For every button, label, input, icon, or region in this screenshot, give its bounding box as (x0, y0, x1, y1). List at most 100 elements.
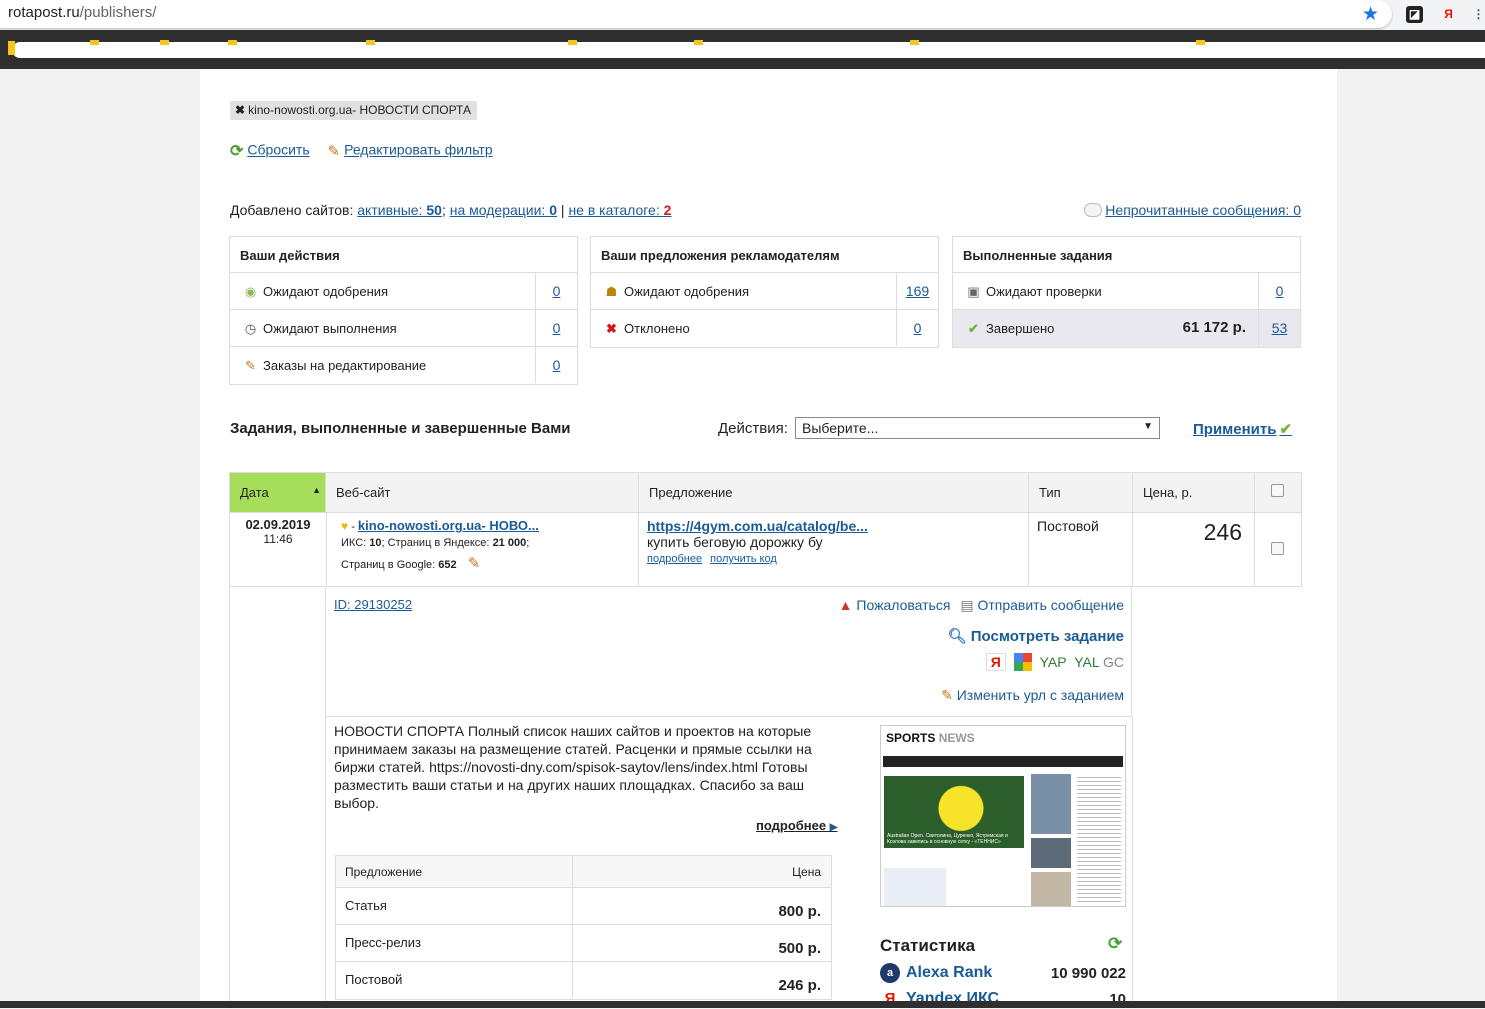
panel-title: Выполненные задания (953, 237, 1300, 273)
row-count-link[interactable]: 0 (1258, 273, 1300, 309)
row-count-link[interactable]: 0 (535, 310, 577, 346)
task-actions-row: ▲ Пожаловаться ▤ Отправить сообщение (839, 597, 1124, 614)
actions-label: Действия: (718, 420, 788, 437)
dropdown-arrow-icon: ▼ (1143, 421, 1153, 432)
select-value: Выберите... (802, 420, 879, 436)
bookmark-folder-icon[interactable] (160, 40, 169, 45)
active-sites-link[interactable]: активные: 50 (357, 202, 442, 218)
refresh-stats-icon[interactable]: ⟳ (1108, 934, 1122, 954)
column-date[interactable]: Дата ▲ (230, 473, 326, 512)
offer-link[interactable]: https://4gym.com.ua/catalog/be... (647, 518, 868, 534)
review-icon: ▣ (967, 284, 980, 299)
task-detail: ID: 29130252 ▲ Пожаловаться ▤ Отправить … (325, 587, 1132, 717)
browser-toolbar: rotapost.ru/publishers/ ★ ◪ Я ⋮ (0, 0, 1485, 30)
index-check-row: Я YAP YAL GC (982, 653, 1124, 671)
alexa-link[interactable]: Alexa Rank (906, 964, 992, 981)
change-url-link[interactable]: Изменить урл с заданием (957, 687, 1124, 703)
view-task-row: 🔍︎ Посмотреть задание (948, 627, 1124, 645)
your-offers-panel: Ваши предложения рекламодателям ☗ Ожидают… (590, 236, 939, 348)
google-icon[interactable] (1013, 653, 1032, 671)
complain-link[interactable]: Пожаловаться (856, 597, 950, 613)
table-row: 02.09.2019 11:46 ♥ - kino-nowosti.org.ua-… (229, 513, 1302, 587)
row-count-link[interactable]: 0 (535, 273, 577, 309)
date-column-spacer (229, 587, 326, 1001)
bookmark-folder-icon[interactable] (910, 40, 919, 45)
yandex-icon[interactable]: Я (985, 653, 1006, 671)
rejected-icon: ✖ (606, 321, 617, 336)
site-screenshot[interactable]: SPORTS NEWS Australian Open. Свитолина, … (880, 725, 1126, 907)
column-price[interactable]: Цена, р. (1133, 473, 1255, 512)
reset-link[interactable]: Сбросить (247, 142, 309, 158)
unread-messages-link[interactable]: Непрочитанные сообщения: 0 (1105, 202, 1301, 218)
stat-row: a Alexa Rank 10 990 022 (880, 963, 1126, 983)
completed-tasks-panel: Выполненные задания ▣ Ожидают проверки 0 … (952, 236, 1301, 348)
arrow-right-icon: ▶ (829, 822, 838, 833)
bookmark-folder-icon[interactable] (366, 40, 375, 45)
bookmark-folder-icon[interactable] (90, 40, 99, 45)
edit-pencil-icon[interactable]: ✎ (468, 555, 481, 572)
user-pending-icon: ☗ (605, 284, 618, 299)
bookmark-folder-icon[interactable] (8, 41, 15, 55)
row-count-link[interactable]: 0 (896, 310, 938, 346)
column-site[interactable]: Веб-сайт (326, 473, 639, 512)
offer-more-link[interactable]: подробнее (647, 553, 702, 565)
moderation-sites-link[interactable]: на модерации: 0 (450, 202, 557, 218)
row-date: 02.09.2019 11:46 (245, 517, 311, 546)
row-count-link[interactable]: 53 (1258, 310, 1300, 346)
panel-row: ✔ Завершено 61 172 р. 53 (953, 310, 1300, 347)
column-select-all (1255, 473, 1301, 512)
pencil-icon: ✎ (245, 358, 256, 373)
column-type[interactable]: Тип (1029, 473, 1133, 512)
remove-tag-icon[interactable]: ✖ (235, 103, 245, 117)
apply-button[interactable]: Применить ✔ (1193, 420, 1292, 438)
row-offer: https://4gym.com.ua/catalog/be... купить… (639, 513, 1029, 586)
select-all-checkbox[interactable] (1271, 484, 1284, 497)
page-content: ✖ kino-nowosti.org.ua- НОВОСТИ СПОРТА ⟳ Сб… (200, 69, 1337, 1009)
menu-icon[interactable]: ⋮ (1470, 6, 1485, 23)
filter-tag[interactable]: ✖ kino-nowosti.org.ua- НОВОСТИ СПОРТА (230, 101, 477, 120)
thumb-hero: Australian Open. Свитолина, Цуренко, Яст… (884, 776, 1024, 848)
stats-title: Статистика (880, 936, 976, 955)
yandex-extension-icon[interactable]: Я (1440, 6, 1457, 23)
row-type: Постовой (1029, 513, 1133, 586)
not-in-catalog-link[interactable]: не в каталоге: 2 (568, 202, 671, 218)
gc-label: GC (1103, 654, 1124, 670)
url-text: rotapost.ru/publishers/ (8, 4, 157, 21)
yal-label: YAL (1074, 654, 1100, 670)
row-label: Заказы на редактирование (263, 358, 427, 373)
edit-filter-link[interactable]: Редактировать фильтр (344, 142, 493, 158)
get-code-link[interactable]: получить код (710, 553, 777, 565)
view-task-link[interactable]: Посмотреть задание (971, 628, 1124, 645)
bookmark-folder-icon[interactable] (1196, 40, 1205, 45)
warning-icon: ▲ (838, 597, 853, 613)
taskbar-strip (0, 1001, 1485, 1008)
actions-select[interactable]: Выберите... ▼ (795, 417, 1160, 439)
thumb-logo: SPORTS NEWS (886, 731, 975, 745)
row-checkbox[interactable] (1271, 542, 1284, 555)
column-offer[interactable]: Предложение (639, 473, 1029, 512)
send-message-link[interactable]: Отправить сообщение (977, 597, 1124, 613)
description-more-link[interactable]: подробнее ▶ (756, 818, 837, 833)
extension-icon[interactable]: ◪ (1406, 6, 1423, 23)
bookmark-star-icon[interactable]: ★ (1362, 3, 1379, 26)
row-label: Ожидают проверки (986, 284, 1102, 299)
bookmark-folder-icon[interactable] (568, 40, 577, 45)
row-site: ♥ - kino-nowosti.org.ua- НОВО... ИКС: 10… (326, 513, 639, 586)
row-count-link[interactable]: 0 (535, 347, 577, 383)
bookmark-folder-icon[interactable] (228, 40, 237, 45)
task-id-link[interactable]: ID: 29130252 (334, 597, 412, 612)
panel-row: ✎ Заказы на редактирование 0 (230, 347, 577, 384)
bookmark-folder-icon[interactable] (694, 40, 703, 45)
offer-text: купить беговую дорожку бу (647, 534, 823, 550)
bookmarks-bar (0, 30, 1485, 69)
row-label: Ожидают одобрения (624, 284, 750, 299)
pencil-icon: ✎ (941, 687, 953, 703)
added-sites-label: Добавлено сайтов: (230, 202, 354, 218)
alexa-icon: a (880, 963, 900, 983)
site-link[interactable]: kino-nowosti.org.ua- НОВО... (358, 518, 539, 533)
row-count-link[interactable]: 169 (896, 273, 938, 309)
thumb-image (1031, 872, 1071, 906)
address-bar[interactable]: rotapost.ru/publishers/ ★ (0, 0, 1392, 28)
added-sites: Добавлено сайтов: активные: 50; на модер… (230, 202, 672, 218)
heart-icon: ♥ (341, 519, 349, 533)
